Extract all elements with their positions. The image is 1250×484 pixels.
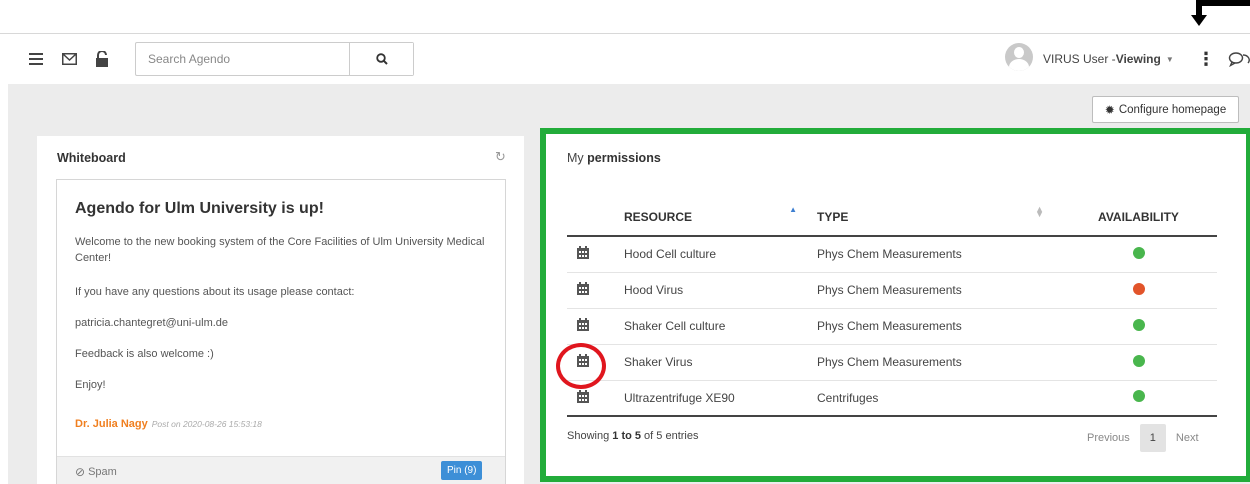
highlight-circle xyxy=(556,343,606,389)
permissions-panel: My permissions Resource ▲ Type ▲ ▼ Availabi… xyxy=(546,134,1246,476)
page-1-button[interactable]: 1 xyxy=(1139,424,1166,452)
type-cell: Phys Chem Measurements xyxy=(815,344,1060,381)
mail-icon[interactable] xyxy=(60,34,78,84)
sort-icon: ▲ ▼ xyxy=(1035,204,1044,219)
top-navbar: VIRUS User - Viewing ▼ ⋮ xyxy=(0,33,1250,83)
post-paragraph: If you have any questions about its usag… xyxy=(75,286,355,298)
table-row[interactable]: Hood Cell culture Phys Chem Measurements xyxy=(567,236,1217,273)
annotation-arrow-head xyxy=(1191,15,1207,26)
search-box xyxy=(135,42,414,76)
permissions-title-bold: permissions xyxy=(587,151,661,165)
calendar-icon[interactable] xyxy=(577,282,589,298)
table-info: Showing 1 to 5 of 5 entries xyxy=(567,430,698,442)
table-header-row: Resource ▲ Type ▲ ▼ Availability xyxy=(567,199,1217,237)
column-header-availability[interactable]: Availability xyxy=(1060,199,1217,237)
resource-cell[interactable]: Hood Virus xyxy=(622,272,815,309)
chat-icon[interactable] xyxy=(1228,34,1250,84)
resource-cell[interactable]: Hood Cell culture xyxy=(622,236,815,273)
permissions-table: Resource ▲ Type ▲ ▼ Availability Hood Cell … xyxy=(567,199,1217,417)
type-cell: Centrifuges xyxy=(815,380,1060,417)
showing-range: 1 to 5 xyxy=(612,430,641,442)
whiteboard-title: Whiteboard xyxy=(57,151,126,165)
permissions-title: My permissions xyxy=(567,151,661,165)
availability-cell xyxy=(1060,236,1217,273)
next-button[interactable]: Next xyxy=(1166,424,1209,452)
ban-icon: ⊘ xyxy=(75,465,86,479)
availability-dot xyxy=(1132,318,1145,331)
calendar-icon[interactable] xyxy=(577,246,589,262)
resource-cell[interactable]: Shaker Virus xyxy=(622,344,815,381)
search-icon xyxy=(375,53,388,65)
search-button[interactable] xyxy=(349,43,413,75)
table-row[interactable]: Ultrazentrifuge XE90 Centrifuges xyxy=(567,380,1217,417)
whiteboard-panel: Whiteboard ↻ Agendo for Ulm University i… xyxy=(37,136,524,484)
resource-cell[interactable]: Ultrazentrifuge XE90 xyxy=(622,380,815,417)
column-header-resource[interactable]: Resource ▲ xyxy=(622,199,815,237)
pin-button[interactable]: Pin (9) xyxy=(441,461,483,480)
configure-homepage-label: Configure homepage xyxy=(1118,103,1227,116)
showing-suffix: of 5 entries xyxy=(641,430,699,442)
refresh-icon[interactable]: ↻ xyxy=(495,149,506,165)
table-row[interactable]: Shaker Cell culture Phys Chem Measurement… xyxy=(567,308,1217,345)
user-avatar[interactable] xyxy=(1005,43,1033,71)
caret-down-icon: ▼ xyxy=(1165,54,1174,64)
search-input[interactable] xyxy=(136,43,349,75)
availability-dot xyxy=(1132,354,1145,367)
pagination: Previous 1 Next xyxy=(1077,424,1209,452)
post-title: Agendo for Ulm University is up! xyxy=(75,200,324,217)
menu-icon[interactable] xyxy=(27,34,45,84)
availability-dot xyxy=(1132,390,1145,403)
post-email: patricia.chantegret@uni-ulm.de xyxy=(75,317,229,329)
availability-dot xyxy=(1132,282,1145,295)
whiteboard-post: Agendo for Ulm University is up! Welcome… xyxy=(56,179,506,484)
table-row[interactable]: Hood Virus Phys Chem Measurements xyxy=(567,272,1217,309)
unlock-icon[interactable] xyxy=(93,34,111,84)
sort-asc-icon: ▲ xyxy=(789,205,797,214)
permissions-title-prefix: My xyxy=(567,151,588,165)
user-menu[interactable]: VIRUS User - Viewing ▼ xyxy=(1043,34,1174,84)
calendar-icon[interactable] xyxy=(577,389,589,406)
type-cell: Phys Chem Measurements xyxy=(815,272,1060,309)
more-vertical-icon[interactable]: ⋮ xyxy=(1196,34,1216,84)
post-author[interactable]: Dr. Julia Nagy xyxy=(75,418,148,430)
type-cell: Phys Chem Measurements xyxy=(815,308,1060,345)
post-paragraph: Enjoy! xyxy=(75,379,106,391)
user-role: Viewing xyxy=(1115,52,1161,66)
configure-homepage-button[interactable]: ✹ Configure homepage xyxy=(1092,96,1239,123)
gear-icon: ✹ xyxy=(1104,102,1115,117)
user-name: VIRUS User - xyxy=(1043,52,1116,66)
availability-cell xyxy=(1060,272,1217,309)
calendar-icon[interactable] xyxy=(577,318,589,334)
availability-dot xyxy=(1132,246,1145,259)
annotation-arrow-bar xyxy=(1196,0,1250,6)
post-author-line: Dr. Julia Nagy Post on 2020-08-26 15:53:1… xyxy=(75,418,262,430)
column-header-type[interactable]: Type ▲ ▼ xyxy=(815,199,1060,237)
spam-button[interactable]: ⊘ Spam xyxy=(75,465,117,479)
spam-label: Spam xyxy=(88,466,117,478)
table-row[interactable]: Shaker Virus Phys Chem Measurements xyxy=(567,344,1217,381)
post-date: Post on 2020-08-26 15:53:18 xyxy=(151,419,262,429)
availability-cell xyxy=(1060,308,1217,345)
post-paragraph: Welcome to the new booking system of the… xyxy=(75,236,485,264)
column-header-icon xyxy=(567,199,622,237)
showing-prefix: Showing xyxy=(567,430,613,442)
post-paragraph: Feedback is also welcome :) xyxy=(75,348,214,360)
type-cell: Phys Chem Measurements xyxy=(815,236,1060,273)
post-footer: ⊘ Spam Pin (9) xyxy=(57,456,505,484)
availability-cell xyxy=(1060,344,1217,381)
availability-cell xyxy=(1060,380,1217,417)
previous-button[interactable]: Previous xyxy=(1077,424,1140,452)
resource-cell[interactable]: Shaker Cell culture xyxy=(622,308,815,345)
